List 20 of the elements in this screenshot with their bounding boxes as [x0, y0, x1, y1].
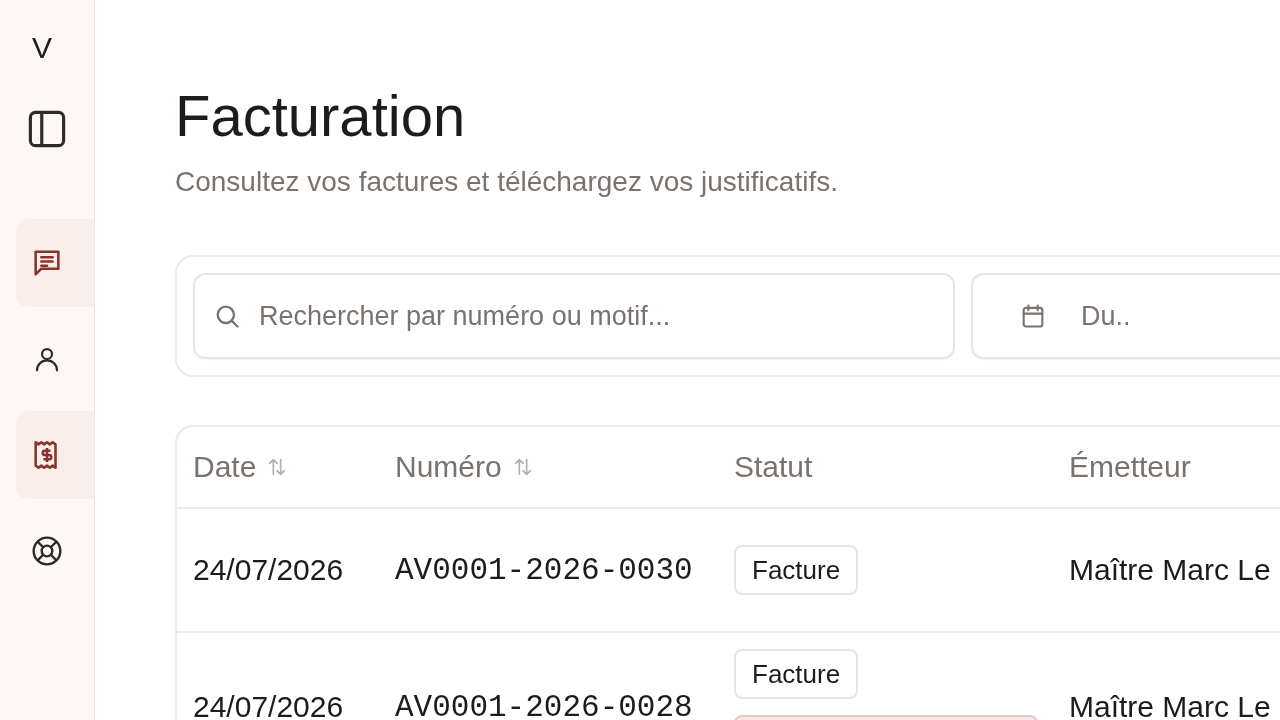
status-badge: Facture	[734, 545, 859, 595]
issuer-cell: Maître Marc Le	[1069, 553, 1271, 587]
invoice-number: AV0001-2026-0030	[395, 552, 693, 588]
column-header: Émetteur	[1069, 450, 1191, 484]
page-subtitle: Consultez vos factures et téléchargez vos justificatifs.	[175, 165, 839, 199]
logo: V	[32, 30, 53, 66]
status-badge: Facture	[734, 649, 859, 699]
lifebuoy-icon	[31, 535, 63, 567]
nav-item[interactable]	[16, 411, 94, 499]
invoice-number: AV0001-2026-0028	[395, 689, 693, 720]
search-field[interactable]: Rechercher par numéro ou motif...	[193, 273, 955, 359]
page-title: Facturation	[175, 82, 467, 150]
nav-item[interactable]	[16, 219, 94, 307]
column-header[interactable]: Numéro	[395, 450, 502, 484]
date-cell: 24/07/2026	[193, 690, 344, 720]
column-header: Statut	[734, 450, 813, 484]
date-field[interactable]: Du..	[971, 273, 1280, 359]
issuer-cell: Maître Marc Le	[1069, 690, 1271, 720]
column-header[interactable]: Date	[193, 450, 257, 484]
date-cell: 24/07/2026	[193, 553, 344, 587]
